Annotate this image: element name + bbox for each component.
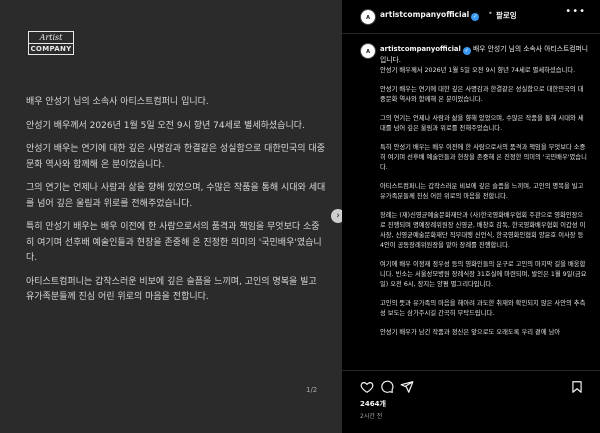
avatar-logo-icon: A	[361, 44, 375, 58]
bookmark-icon[interactable]	[570, 379, 584, 393]
caption-paragraph: 안성기 배우께서 2026년 1월 5일 오전 9시 향년 74세로 별세하셨습…	[380, 67, 576, 74]
announcement-paragraph: 그의 연기는 언제나 사람과 삶을 향해 있었으며, 수많은 작품을 통해 시대…	[26, 183, 326, 209]
announcement-paragraph: 아티스트컴퍼니는 갑작스러운 비보에 깊은 슬픔을 느끼며, 고인의 명복을 빌…	[26, 276, 317, 303]
post-timestamp[interactable]: 2시간 전	[360, 411, 382, 420]
verified-icon: ✓	[462, 47, 471, 55]
caption-username[interactable]: artistcompanyofficial ✓	[380, 45, 471, 55]
share-icon[interactable]	[400, 379, 414, 393]
caption-header: artistcompanyofficial ✓ 배우 안성기 님의 소속사 아티스…	[380, 44, 590, 65]
caption-paragraph: 여기에 배우 이정재 정우성 등의 영화인들의 운구로 고인의 마지막 길을 배…	[380, 261, 587, 288]
username-text: artistcompanyofficial	[380, 10, 470, 19]
announcement-paragraph: 배우 안성기 님의 소속사 아티스트컴퍼니 입니다.	[26, 97, 209, 107]
avatar-logo-icon: A	[361, 10, 375, 24]
heart-icon[interactable]	[360, 379, 374, 393]
action-bar: 2464개 2시간 전	[342, 370, 600, 433]
caption-paragraph: 특히 안성기 배우는 배우 이전에 한 사람으로서의 품격과 책임을 무엇보다 …	[380, 144, 587, 171]
announcement-paragraph: 안성기 배우는 연기에 대한 깊은 사명감과 한결같은 성실함으로 대한민국의 …	[26, 144, 325, 170]
verified-icon: ✓	[471, 13, 480, 21]
likes-number: 2464개	[360, 400, 386, 408]
avatar[interactable]: A	[360, 9, 376, 25]
caption-paragraph: 아티스트컴퍼니는 갑작스러운 비보에 깊은 슬픔을 느끼며, 고인의 명복을 빌…	[380, 183, 584, 200]
username-text: artistcompanyofficial	[380, 45, 461, 53]
caption-paragraph: 장례는 (재)신영균예술문화재단과 (사)한국영화배우협회 주관으로 영화인장으…	[380, 212, 586, 249]
announcement-paragraph: 안성기 배우께서 2026년 1월 5일 오전 9시 향년 74세로 별세하셨습…	[26, 120, 305, 131]
avatar[interactable]: A	[360, 43, 376, 59]
header-username[interactable]: artistcompanyofficial ✓	[380, 10, 480, 21]
logo-line-1: Artist	[39, 33, 63, 42]
caption-paragraph: 그의 연기는 언제나 사람과 삶을 향해 있었으며, 수많은 작품을 통해 시대…	[380, 115, 584, 132]
post-image[interactable]: Artist COMPANY 배우 안성기 님의 소속사 아티스트컴퍼니 입니다…	[0, 0, 345, 433]
logo-line-2: COMPANY	[29, 43, 73, 53]
following-button[interactable]: 팔로잉	[496, 10, 517, 21]
caption-paragraph: 안성기 배우가 남긴 작품과 정신은 앞으로도 오래도록 우리 곁에 남아	[380, 329, 561, 336]
caption-body: 안성기 배우께서 2026년 1월 5일 오전 9시 향년 74세로 별세하셨습…	[380, 66, 588, 347]
announcement-text: 배우 안성기 님의 소속사 아티스트컴퍼니 입니다. 안성기 배우께서 2026…	[26, 95, 326, 314]
more-options-icon[interactable]: •••	[565, 6, 586, 17]
company-logo: Artist COMPANY	[28, 31, 74, 55]
comment-icon[interactable]	[380, 379, 394, 393]
announcement-paragraph: 특히 안성기 배우는 배우 이전에 한 사람으로서의 품격과 책임을 무엇보다 …	[26, 222, 322, 263]
caption-paragraph: 안성기 배우는 연기에 대한 깊은 사명감과 한결같은 성실함으로 대한민국의 …	[380, 86, 584, 103]
likes-count[interactable]: 2464개	[360, 399, 386, 409]
instagram-post-viewer: Artist COMPANY 배우 안성기 님의 소속사 아티스트컴퍼니 입니다…	[0, 0, 600, 433]
post-details-panel: A artistcompanyofficial ✓ • 팔로잉 ••• A art…	[342, 0, 600, 433]
chevron-right-icon: ›	[336, 211, 340, 221]
page-indicator: 1/2	[306, 386, 318, 394]
post-header: A artistcompanyofficial ✓ • 팔로잉 •••	[342, 0, 600, 34]
caption-area[interactable]: A artistcompanyofficial ✓ 배우 안성기 님의 소속사 아…	[342, 34, 600, 370]
caption-paragraph: 고인의 뜻과 유가족의 마음을 헤아려 과도한 취재와 확인되지 않은 사안의 …	[380, 300, 586, 317]
separator-dot: •	[488, 9, 493, 18]
